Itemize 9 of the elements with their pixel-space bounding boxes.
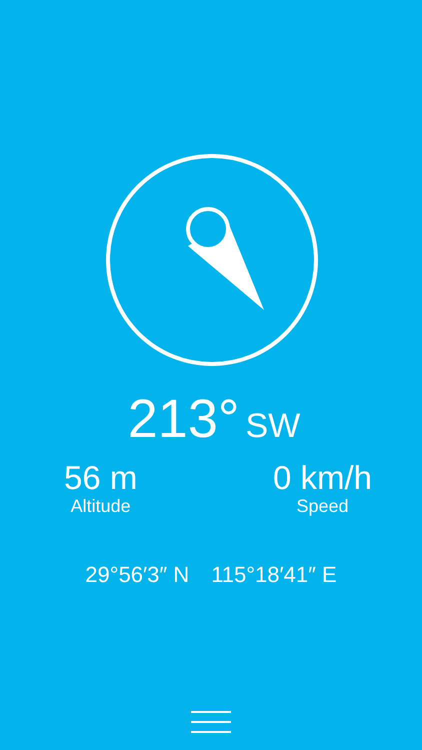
latitude: 29°56′3″ N	[85, 562, 190, 588]
stat-value: 56 m	[64, 460, 138, 496]
heading-direction: SW	[245, 406, 300, 446]
menu-icon[interactable]	[191, 711, 231, 733]
heading-degrees: 213°	[128, 388, 240, 450]
stat-label: Altitude	[70, 496, 131, 516]
stat-label: Speed	[296, 496, 348, 516]
stat-value: 0 km/h	[272, 460, 372, 496]
longitude: 115°18′41″ E	[211, 562, 337, 588]
